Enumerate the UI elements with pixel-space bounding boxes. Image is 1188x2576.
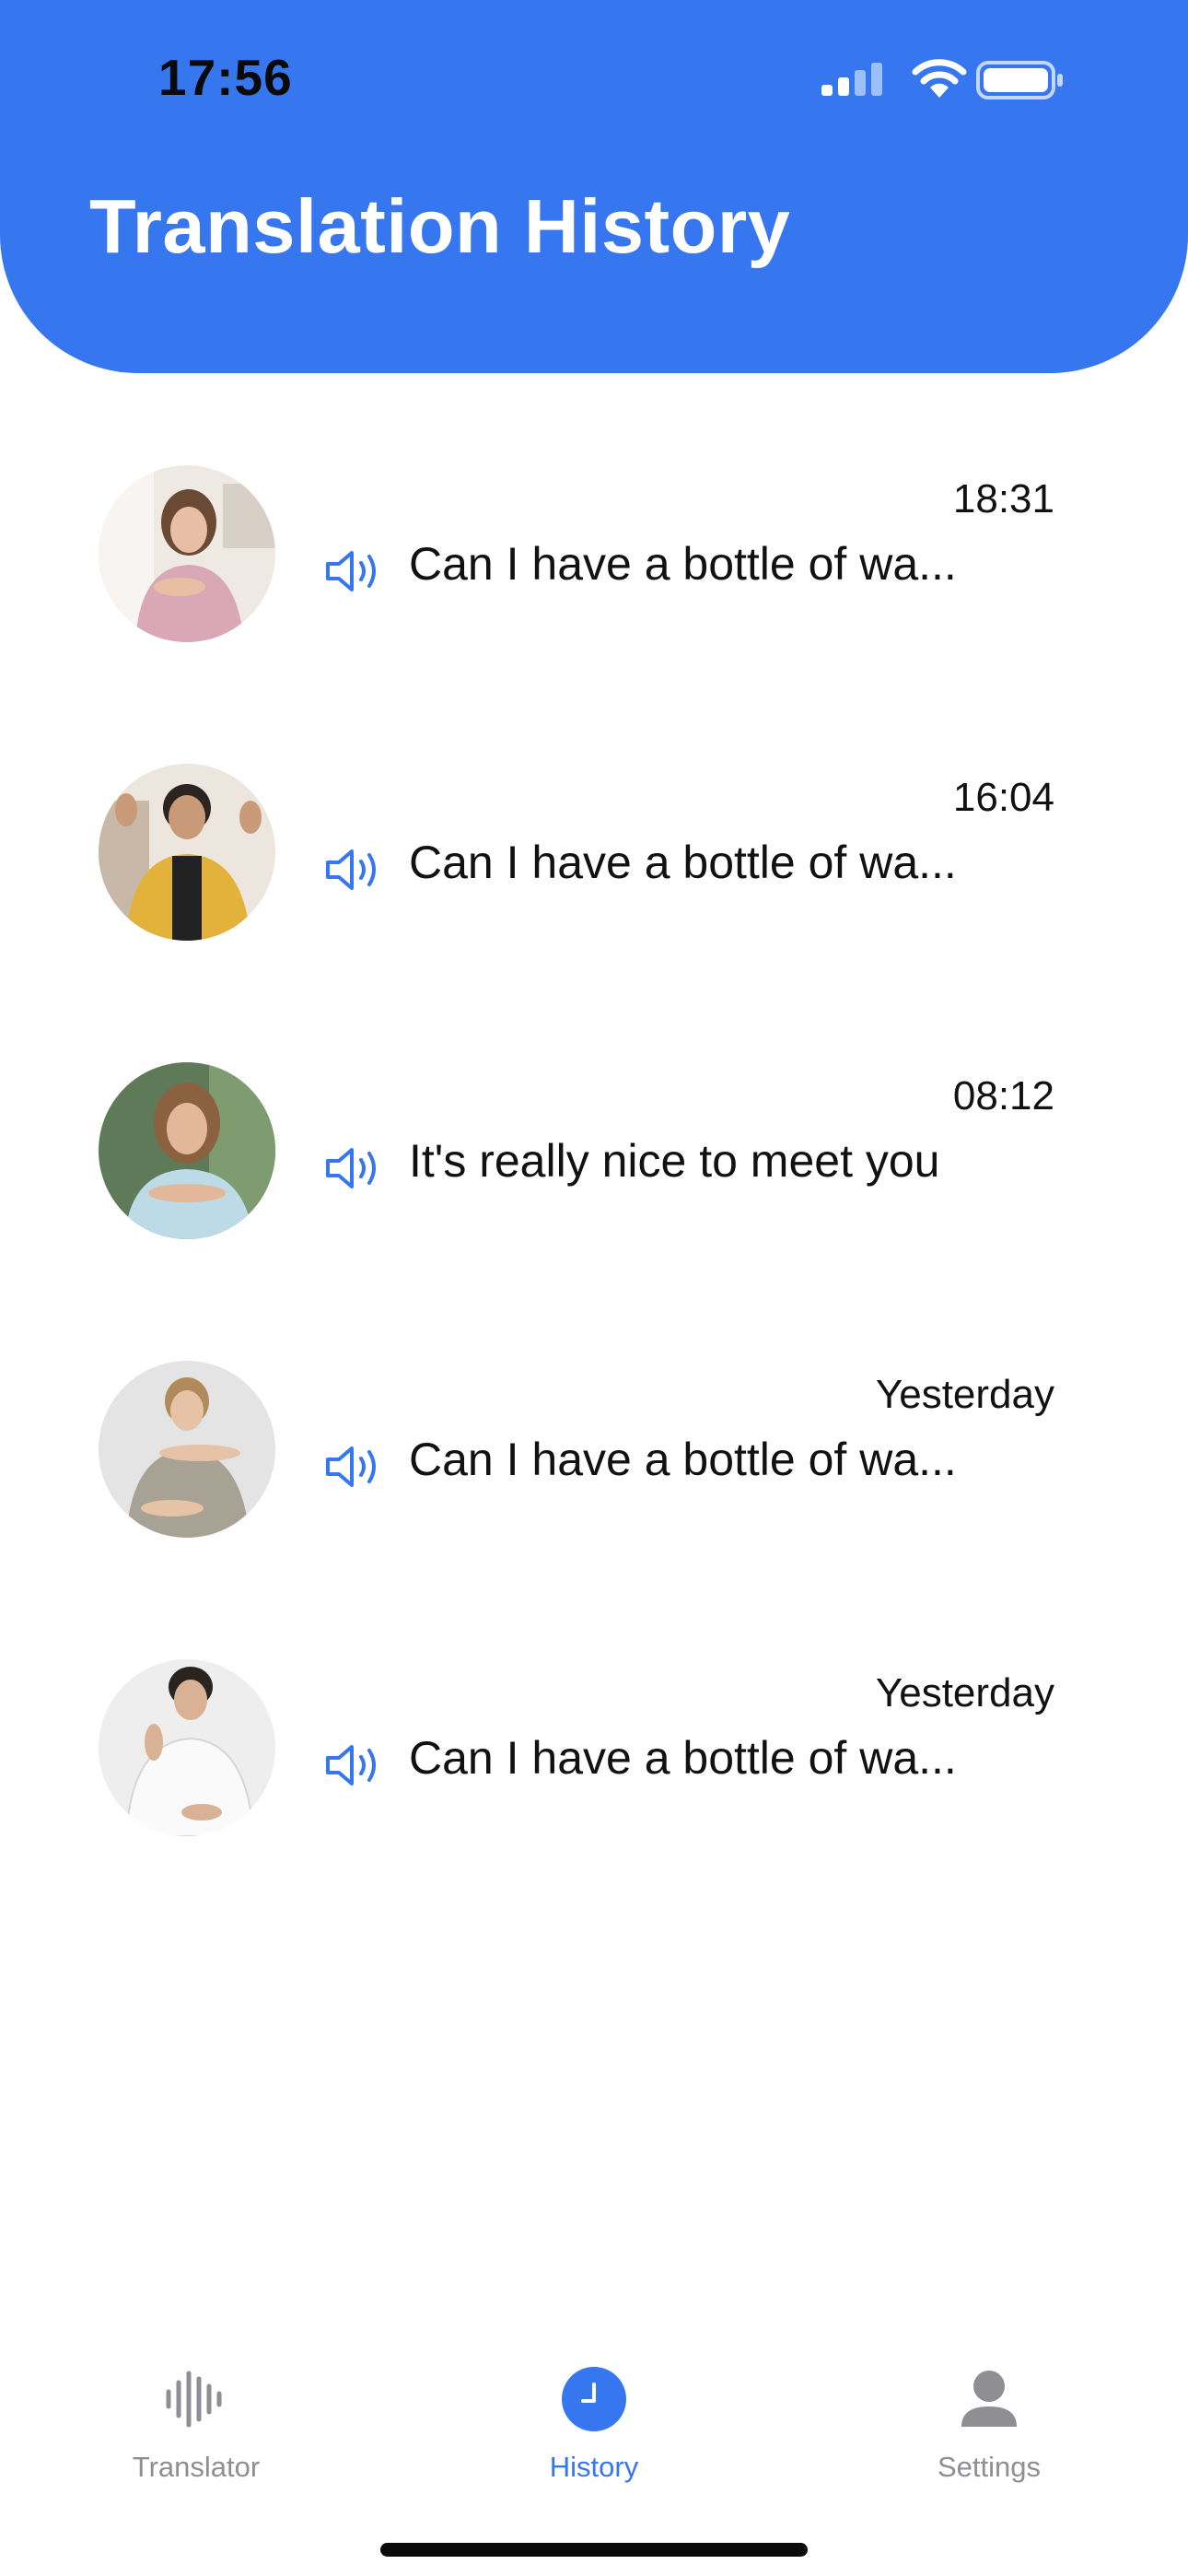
clock-icon [562, 2367, 626, 2431]
tab-bar: Translator History Settings [0, 2340, 1188, 2483]
speaker-icon[interactable] [324, 1145, 381, 1191]
waveform-icon [166, 2371, 222, 2428]
tab-label: Settings [937, 2451, 1041, 2483]
cellular-signal-icon [821, 63, 882, 96]
person-icon [961, 2371, 1017, 2427]
history-row[interactable]: 18:31 Can I have a bottle of wa... [0, 465, 1188, 650]
speaker-icon[interactable] [324, 1742, 381, 1788]
history-time: 18:31 [952, 476, 1054, 521]
avatar [99, 764, 275, 941]
history-time: 16:04 [952, 775, 1054, 820]
battery-icon [976, 61, 1063, 100]
wifi-icon [912, 59, 967, 98]
history-row[interactable]: Yesterday Can I have a bottle of wa... [0, 1659, 1188, 1844]
home-indicator[interactable] [380, 2543, 808, 2557]
avatar [99, 1659, 275, 1836]
history-row[interactable]: 16:04 Can I have a bottle of wa... [0, 764, 1188, 948]
history-time: Yesterday [875, 1372, 1054, 1417]
history-text: Can I have a bottle of wa... [409, 538, 957, 590]
avatar [99, 465, 275, 642]
speaker-icon[interactable] [324, 1444, 381, 1490]
history-text: Can I have a bottle of wa... [409, 1434, 957, 1485]
history-text: It's really nice to meet you [409, 1135, 940, 1187]
history-row[interactable]: 08:12 It's really nice to meet you [0, 1062, 1188, 1247]
tab-label: History [549, 2451, 639, 2483]
history-text: Can I have a bottle of wa... [409, 1732, 957, 1784]
status-time: 17:56 [158, 49, 293, 106]
avatar [99, 1062, 275, 1239]
avatar [99, 1361, 275, 1538]
page-title: Translation History [89, 183, 791, 269]
tab-translator[interactable]: Translator [76, 2340, 316, 2483]
history-time: 08:12 [952, 1073, 1054, 1118]
history-time: Yesterday [875, 1670, 1054, 1715]
tab-settings[interactable]: Settings [869, 2340, 1109, 2483]
history-row[interactable]: Yesterday Can I have a bottle of wa... [0, 1361, 1188, 1545]
tab-label: Translator [132, 2451, 261, 2483]
history-text: Can I have a bottle of wa... [409, 837, 957, 888]
speaker-icon[interactable] [324, 548, 381, 594]
speaker-icon[interactable] [324, 847, 381, 893]
status-icons [820, 57, 1087, 103]
tab-history[interactable]: History [474, 2340, 714, 2483]
